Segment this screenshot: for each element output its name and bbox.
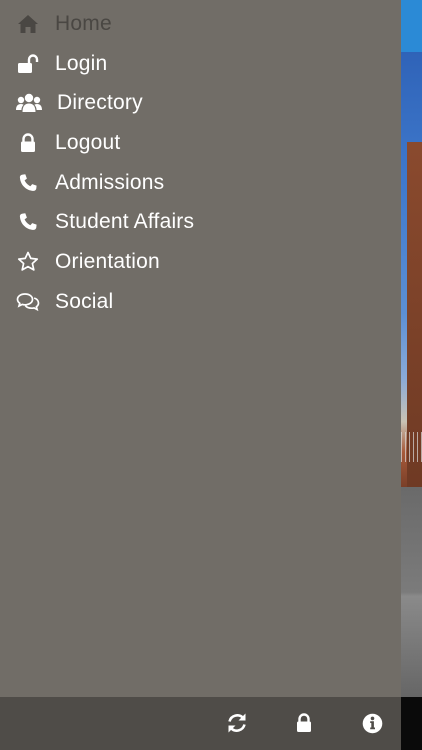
users-icon [16,91,42,115]
menu-item-label: Logout [55,130,121,154]
background-tabbar [401,697,422,750]
info-icon [362,713,382,733]
menu-item-label: Login [55,51,108,75]
home-icon [16,12,40,36]
menu-item-label: Directory [57,91,143,115]
menu-item-logout[interactable]: Logout [0,123,401,163]
star-outline-icon [16,250,40,274]
menu-item-admissions[interactable]: Admissions [0,163,401,203]
menu-item-directory[interactable]: Directory [0,83,401,123]
refresh-icon [228,713,246,733]
menu-item-orientation[interactable]: Orientation [0,242,401,282]
info-button[interactable] [359,710,385,736]
menu-item-social[interactable]: Social [0,282,401,322]
refresh-button[interactable] [224,710,250,736]
side-drawer: Home Login Directory Logout Admissions S… [0,0,401,697]
chat-bubbles-icon [16,290,40,314]
lock-icon [297,713,311,732]
unlock-icon [16,52,40,76]
menu-item-login[interactable]: Login [0,44,401,84]
background-campus-photo [401,52,422,487]
drawer-footer-toolbar [0,697,401,750]
phone-icon [16,171,40,195]
background-header [401,0,422,52]
drawer-menu: Home Login Directory Logout Admissions S… [0,0,401,322]
lock-icon [16,131,40,155]
menu-item-label: Social [55,289,114,313]
background-content [401,487,422,697]
menu-item-home[interactable]: Home [0,4,401,44]
menu-item-label: Home [55,11,112,35]
menu-item-student-affairs[interactable]: Student Affairs [0,202,401,242]
menu-item-label: Orientation [55,249,160,273]
lock-button[interactable] [291,710,317,736]
menu-item-label: Student Affairs [55,210,195,234]
phone-icon [16,210,40,234]
menu-item-label: Admissions [55,170,165,194]
